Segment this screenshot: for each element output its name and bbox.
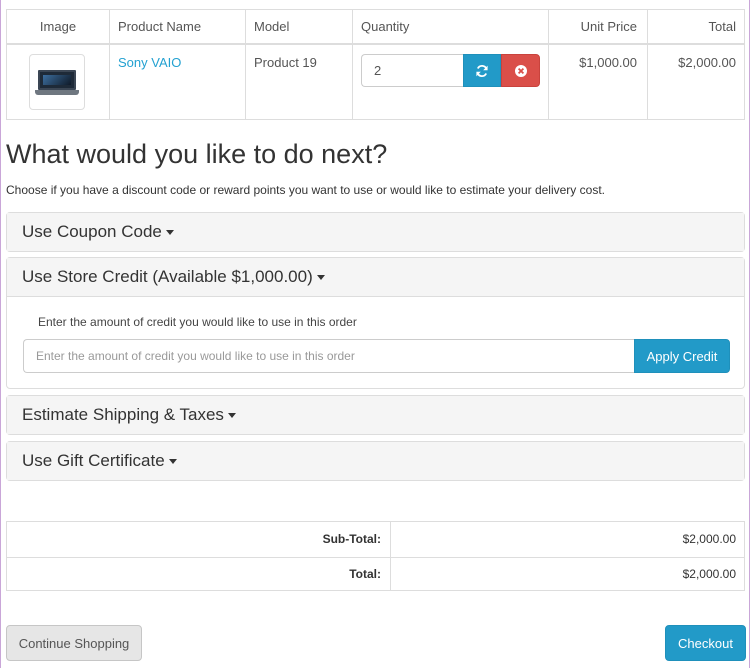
store-credit-panel-title: Use Store Credit (Available $1,000.00) [22,267,313,286]
update-quantity-button[interactable] [463,54,501,87]
gift-certificate-panel-toggle[interactable]: Use Gift Certificate [7,442,744,480]
totals-table: Sub-Total: $2,000.00 Total: $2,000.00 [6,521,745,591]
gift-certificate-panel: Use Gift Certificate [6,441,745,481]
continue-shopping-button[interactable]: Continue Shopping [6,625,142,661]
caret-down-icon [168,459,177,465]
credit-amount-label: Enter the amount of credit you would lik… [38,315,357,329]
header-model: Model [254,19,290,34]
header-image: Image [39,19,77,34]
caret-down-icon [227,413,236,419]
gift-certificate-panel-title: Use Gift Certificate [22,451,165,470]
coupon-panel-toggle[interactable]: Use Coupon Code [7,213,744,251]
remove-item-button[interactable] [501,54,540,87]
header-quantity: Quantity [361,19,410,34]
credit-amount-input[interactable] [23,339,634,373]
refresh-icon [476,64,488,77]
subtotal-value: $2,000.00 [682,532,736,546]
product-model: Product 19 [254,55,317,70]
unit-price-value: $1,000.00 [579,55,637,70]
total-value: $2,000.00 [682,567,736,581]
table-row: Sub-Total: $2,000.00 [7,522,744,558]
header-unit-price: Unit Price [580,19,637,34]
product-thumbnail[interactable] [29,54,85,110]
coupon-panel: Use Coupon Code [6,212,745,252]
header-product-name: Product Name [118,19,202,34]
line-total-value: $2,000.00 [678,55,736,70]
caret-down-icon [316,275,325,281]
shipping-panel: Estimate Shipping & Taxes [6,395,745,435]
total-label: Total: [349,567,381,581]
caret-down-icon [165,230,174,236]
store-credit-panel-body: Enter the amount of credit you would lik… [7,296,744,389]
store-credit-panel-toggle[interactable]: Use Store Credit (Available $1,000.00) [7,258,744,296]
header-total: Total [708,19,736,34]
coupon-panel-title: Use Coupon Code [22,222,162,241]
next-step-description: Choose if you have a discount code or re… [6,183,605,197]
cart-table: Image Product Name Model Quantity Unit P… [6,9,745,120]
page-title: What would you like to do next? [6,139,388,169]
store-credit-panel: Use Store Credit (Available $1,000.00) E… [6,257,745,389]
table-row: Total: $2,000.00 [7,557,744,592]
shipping-panel-title: Estimate Shipping & Taxes [22,405,224,424]
shipping-panel-toggle[interactable]: Estimate Shipping & Taxes [7,396,744,434]
product-name-link[interactable]: Sony VAIO [118,55,181,70]
quantity-input[interactable] [361,54,463,87]
subtotal-label: Sub-Total: [322,532,381,546]
apply-credit-button[interactable]: Apply Credit [634,339,730,373]
times-circle-icon [514,64,527,77]
checkout-button[interactable]: Checkout [665,625,746,661]
